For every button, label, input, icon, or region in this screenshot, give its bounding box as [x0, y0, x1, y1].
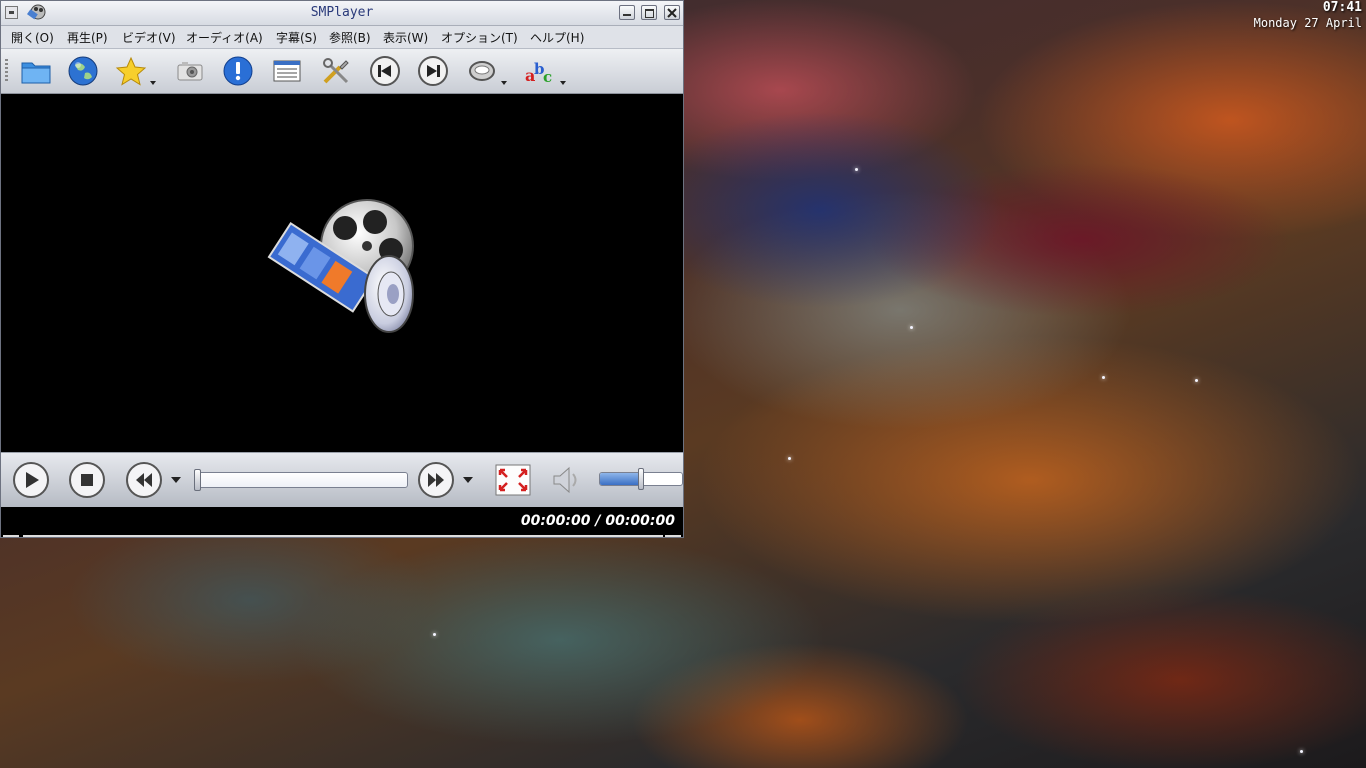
wallpaper-star	[1195, 379, 1198, 382]
progress-line	[23, 535, 663, 537]
volume-handle[interactable]	[638, 468, 644, 490]
wallpaper-star	[1102, 376, 1105, 379]
previous-track-icon	[370, 56, 400, 86]
toolbar-grip[interactable]	[5, 59, 8, 81]
fast-forward-icon	[418, 462, 454, 498]
folder-open-icon	[21, 62, 51, 84]
fullscreen-button[interactable]	[494, 461, 532, 499]
forward-button[interactable]	[417, 461, 455, 499]
stop-icon	[69, 462, 105, 498]
menu-view[interactable]: 表示(W)	[383, 29, 428, 46]
chevron-down-icon[interactable]	[501, 81, 507, 85]
wallpaper-star	[855, 168, 858, 171]
clock-date: Monday 27 April	[1253, 16, 1362, 30]
smplayer-logo-icon	[267, 199, 414, 333]
status-bar: 00:00:00 / 00:00:00	[1, 507, 683, 537]
seek-handle[interactable]	[194, 469, 201, 491]
audio-track-button[interactable]	[464, 53, 500, 89]
preferences-tools-icon	[323, 58, 349, 84]
subtitles-icon: a b c	[525, 60, 552, 86]
seek-bar[interactable]	[194, 472, 408, 488]
maximize-button[interactable]	[641, 5, 657, 20]
menu-video[interactable]: ビデオ(V)	[122, 29, 176, 46]
favorites-button[interactable]	[113, 53, 149, 89]
open-file-button[interactable]	[18, 53, 54, 89]
previous-button[interactable]	[367, 53, 403, 89]
screenshot-button[interactable]	[172, 53, 208, 89]
smplayer-window: SMPlayer 開く(O) 再生(P) ビデオ(V) オーディオ(A) 字幕(…	[0, 0, 684, 538]
mute-button[interactable]	[548, 461, 586, 499]
play-button[interactable]	[12, 461, 50, 499]
audio-track-icon	[469, 61, 495, 81]
close-button[interactable]	[664, 5, 680, 20]
chevron-down-icon[interactable]	[463, 477, 473, 483]
playlist-button[interactable]	[269, 53, 305, 89]
subtitles-button[interactable]: a b c	[522, 53, 558, 89]
screenshot-camera-icon	[177, 62, 203, 81]
playlist-icon	[273, 60, 301, 82]
menu-play[interactable]: 再生(P)	[67, 29, 108, 46]
progress-divider	[665, 535, 681, 537]
time-display: 00:00:00 / 00:00:00	[520, 513, 675, 529]
menu-audio[interactable]: オーディオ(A)	[186, 29, 263, 46]
volume-fill	[600, 473, 641, 485]
close-icon	[667, 8, 677, 18]
title-bar[interactable]: SMPlayer	[1, 1, 683, 26]
next-track-icon	[418, 56, 448, 86]
video-area[interactable]	[1, 94, 683, 452]
stop-button[interactable]	[68, 461, 106, 499]
progress-divider	[3, 535, 19, 537]
main-toolbar: a b c	[1, 49, 683, 94]
wallpaper-star	[1300, 750, 1303, 753]
next-button[interactable]	[415, 53, 451, 89]
wallpaper-star	[433, 633, 436, 636]
rewind-button[interactable]	[125, 461, 163, 499]
open-url-button[interactable]	[65, 53, 101, 89]
info-button[interactable]	[220, 53, 256, 89]
menu-bar: 開く(O) 再生(P) ビデオ(V) オーディオ(A) 字幕(S) 参照(B) …	[1, 26, 683, 49]
clock-time: 07:41	[1322, 0, 1362, 15]
window-title: SMPlayer	[310, 5, 374, 20]
chevron-down-icon[interactable]	[171, 477, 181, 483]
menu-open[interactable]: 開く(O)	[11, 29, 54, 46]
wallpaper-star	[910, 326, 913, 329]
chevron-down-icon[interactable]	[150, 81, 156, 85]
svg-text:c: c	[543, 68, 552, 86]
minimize-button[interactable]	[619, 5, 635, 20]
favorites-star-icon	[115, 56, 147, 86]
rewind-icon	[126, 462, 162, 498]
menu-help[interactable]: ヘルプ(H)	[530, 29, 584, 46]
desktop-clock: 07:41 Monday 27 April	[1254, 0, 1362, 31]
info-icon	[223, 56, 253, 86]
fullscreen-icon	[495, 464, 531, 496]
chevron-down-icon[interactable]	[560, 81, 566, 85]
menu-browse[interactable]: 参照(B)	[329, 29, 371, 46]
menu-subtitles[interactable]: 字幕(S)	[276, 29, 317, 46]
wallpaper-star	[788, 457, 791, 460]
globe-icon	[68, 56, 98, 86]
speaker-icon	[553, 466, 577, 494]
menu-options[interactable]: オプション(T)	[441, 29, 518, 46]
play-icon	[13, 462, 49, 498]
preferences-button[interactable]	[318, 53, 354, 89]
control-bar	[1, 452, 683, 507]
